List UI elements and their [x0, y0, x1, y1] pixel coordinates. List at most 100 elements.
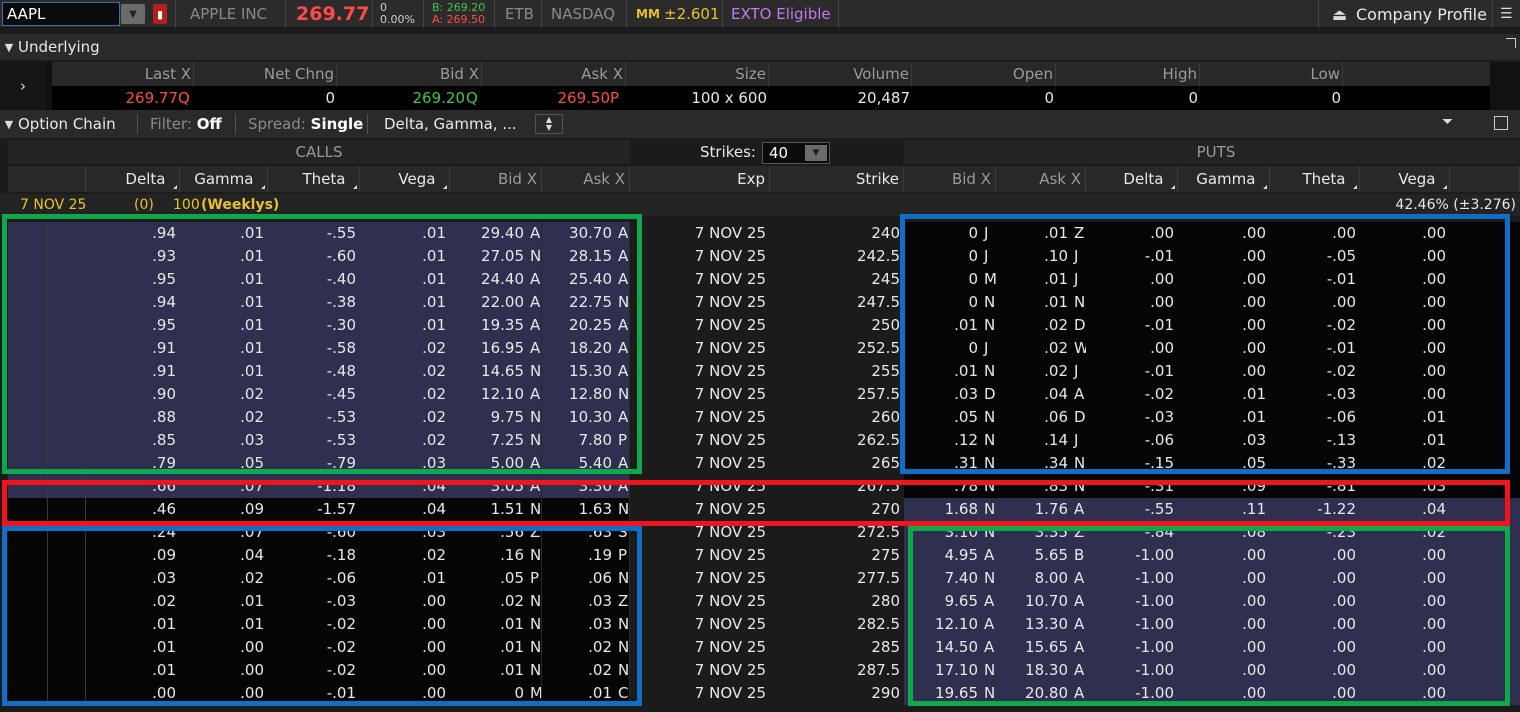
cell-p-ask[interactable]: .14 [996, 429, 1072, 452]
cell-p-ask[interactable]: .01 [996, 268, 1072, 291]
cell-c-bid[interactable]: 19.35 [450, 314, 528, 337]
alert-flag-icon[interactable]: ▮ [153, 4, 167, 24]
option-row[interactable]: .95.01 -.30.01 19.35 A 20.25 A 7 NOV 25 250.01 N… [0, 314, 1520, 337]
cell-c-bid[interactable]: 9.75 [450, 406, 528, 429]
cell-p-bid[interactable]: .01 [904, 360, 982, 383]
option-row[interactable]: .01.00 -.02.00.01 N .02 N 7 NOV 25 287.5 17.10 N… [0, 659, 1520, 682]
cell-p-bid[interactable]: .12 [904, 429, 982, 452]
cell-c-ask[interactable]: 18.20 [542, 337, 616, 360]
header-call-ask[interactable]: Ask X [542, 166, 630, 192]
cell-p-bid[interactable]: 0 [904, 222, 982, 245]
header-strike[interactable]: Strike [770, 166, 904, 192]
cell-c-bid[interactable]: 14.65 [450, 360, 528, 383]
option-row[interactable]: .88.02 -.53.02 9.75 N 10.30 A 7 NOV 25 260.05 N.… [0, 406, 1520, 429]
cell-p-bid[interactable]: 9.65 [904, 590, 982, 613]
cell-c-bid[interactable]: 24.40 [450, 268, 528, 291]
cell-p-bid[interactable]: 17.10 [904, 659, 982, 682]
expiration-date[interactable]: 7 NOV 25 [20, 194, 86, 216]
chevron-down-icon[interactable]: ▼ [0, 41, 18, 54]
header-ask[interactable]: Ask X [482, 62, 626, 86]
option-row[interactable]: .95.01 -.40.01 24.40 A 25.40 A 7 NOV 25 245 0 M .0… [0, 268, 1520, 291]
cell-c-ask[interactable]: .01 [542, 682, 616, 705]
symbol-dropdown-button[interactable]: ▼ [121, 4, 145, 24]
header-net-chng[interactable]: Net Chng [194, 62, 337, 86]
cell-c-bid[interactable]: 29.40 [450, 222, 528, 245]
column-set-spinner[interactable]: ▲ ▼ [535, 114, 563, 134]
option-row[interactable]: .91.01 -.48.02 14.65 N 15.30 A 7 NOV 25 255.01 N… [0, 360, 1520, 383]
option-row[interactable]: .01.01 -.02.00.01 N .03 N 7 NOV 25 282.5 12.10 A… [0, 613, 1520, 636]
cell-c-bid[interactable]: .01 [450, 636, 528, 659]
option-row[interactable]: .09.04 -.18.02.16 N .19 P 7 NOV 25 275 4.95 A 5.6… [0, 544, 1520, 567]
cell-p-ask[interactable]: 3.35 [996, 521, 1072, 544]
cell-p-bid[interactable]: 0 [904, 337, 982, 360]
cell-c-ask[interactable]: 22.75 [542, 291, 616, 314]
cell-c-bid[interactable]: 12.10 [450, 383, 528, 406]
cell-c-bid[interactable]: 1.51 [450, 498, 528, 521]
header-put-delta[interactable]: Delta [1086, 166, 1178, 192]
chevron-right-icon[interactable]: › [0, 62, 46, 110]
collapse-all-icon[interactable]: ⏷ [1442, 114, 1453, 130]
cell-c-bid[interactable]: 5.00 [450, 452, 528, 475]
chevron-down-icon[interactable]: ▼ [805, 145, 827, 161]
option-row[interactable]: .79.05 -.79.03 5.00 A 5.40 A 7 NOV 25 265.31 N .3… [0, 452, 1520, 475]
cell-c-bid[interactable]: 7.25 [450, 429, 528, 452]
cell-c-bid[interactable]: .01 [450, 659, 528, 682]
cell-p-ask[interactable]: .01 [996, 222, 1072, 245]
cell-c-ask[interactable]: 15.30 [542, 360, 616, 383]
option-row[interactable]: .03.02 -.06.01.05 P .06 N 7 NOV 25 277.5 7.40 N 8… [0, 567, 1520, 590]
cell-p-bid[interactable]: .31 [904, 452, 982, 475]
option-row[interactable]: .02.01 -.03.00.02 N .03 Z 7 NOV 25 280 9.65 A 10.… [0, 590, 1520, 613]
cell-p-ask[interactable]: .83 [996, 475, 1072, 498]
header-put-ask[interactable]: Ask X [996, 166, 1086, 192]
menu-icon[interactable]: ☰ [1500, 0, 1513, 28]
cell-c-ask[interactable]: .03 [542, 613, 616, 636]
cell-c-ask[interactable]: 12.80 [542, 383, 616, 406]
detach-icon[interactable] [1506, 38, 1516, 48]
eject-icon[interactable]: ⏏ [1332, 0, 1347, 28]
cell-p-ask[interactable]: 8.00 [996, 567, 1072, 590]
cell-p-bid[interactable]: .01 [904, 314, 982, 337]
column-set-dropdown[interactable]: Delta, Gamma, ... [372, 110, 532, 138]
cell-p-ask[interactable]: .34 [996, 452, 1072, 475]
chevron-down-icon[interactable]: ▼ [0, 118, 18, 131]
cell-p-ask[interactable]: .02 [996, 314, 1072, 337]
cell-p-ask[interactable]: 15.65 [996, 636, 1072, 659]
header-bid[interactable]: Bid X [337, 62, 482, 86]
cell-c-ask[interactable]: 3.30 [542, 475, 616, 498]
header-volume[interactable]: Volume [769, 62, 912, 86]
header-put-bid[interactable]: Bid X [904, 166, 996, 192]
cell-c-ask[interactable]: 28.15 [542, 245, 616, 268]
cell-p-bid[interactable]: 0 [904, 268, 982, 291]
cell-p-ask[interactable]: .01 [996, 291, 1072, 314]
cell-c-ask[interactable]: .02 [542, 636, 616, 659]
option-row[interactable]: .90.02 -.45.02 12.10 A 12.80 N 7 NOV 25 257.5.0… [0, 383, 1520, 406]
cell-p-bid[interactable]: 14.50 [904, 636, 982, 659]
option-row[interactable]: .24.07 -.60.03.56 Z .63 S 7 NOV 25 272.5 3.10 N 3… [0, 521, 1520, 544]
option-row[interactable]: .66.07 -1.18.04 3.05 A 3.30 A 7 NOV 25 267.5.78… [0, 475, 1520, 498]
cell-p-ask[interactable]: 10.70 [996, 590, 1072, 613]
cell-p-bid[interactable]: 12.10 [904, 613, 982, 636]
cell-c-ask[interactable]: 10.30 [542, 406, 616, 429]
cell-c-bid[interactable]: 0 [450, 682, 528, 705]
underlying-section-header[interactable]: ▼ Underlying [0, 34, 1520, 60]
cell-p-ask[interactable]: .06 [996, 406, 1072, 429]
option-row[interactable]: .85.03 -.53.02 7.25 N 7.80 P 7 NOV 25 262.5.12 N… [0, 429, 1520, 452]
cell-c-bid[interactable]: 22.00 [450, 291, 528, 314]
header-open[interactable]: Open [912, 62, 1056, 86]
cell-p-ask[interactable]: 20.80 [996, 682, 1072, 705]
cell-c-bid[interactable]: .02 [450, 590, 528, 613]
header-size[interactable]: Size [626, 62, 769, 86]
cell-p-ask[interactable]: .02 [996, 337, 1072, 360]
cell-p-ask[interactable]: .10 [996, 245, 1072, 268]
cell-c-ask[interactable]: 30.70 [542, 222, 616, 245]
cell-c-bid[interactable]: .01 [450, 613, 528, 636]
option-row[interactable]: .01.00 -.02.00.01 N .02 N 7 NOV 25 285 14.50 A 15… [0, 636, 1520, 659]
header-high[interactable]: High [1056, 62, 1200, 86]
header-last[interactable]: Last X [52, 62, 194, 86]
cell-p-ask[interactable]: 13.30 [996, 613, 1072, 636]
cell-p-ask[interactable]: 1.76 [996, 498, 1072, 521]
header-call-theta[interactable]: Theta [268, 166, 360, 192]
cell-p-bid[interactable]: 19.65 [904, 682, 982, 705]
cell-c-bid[interactable]: .16 [450, 544, 528, 567]
cell-c-ask[interactable]: .02 [542, 659, 616, 682]
